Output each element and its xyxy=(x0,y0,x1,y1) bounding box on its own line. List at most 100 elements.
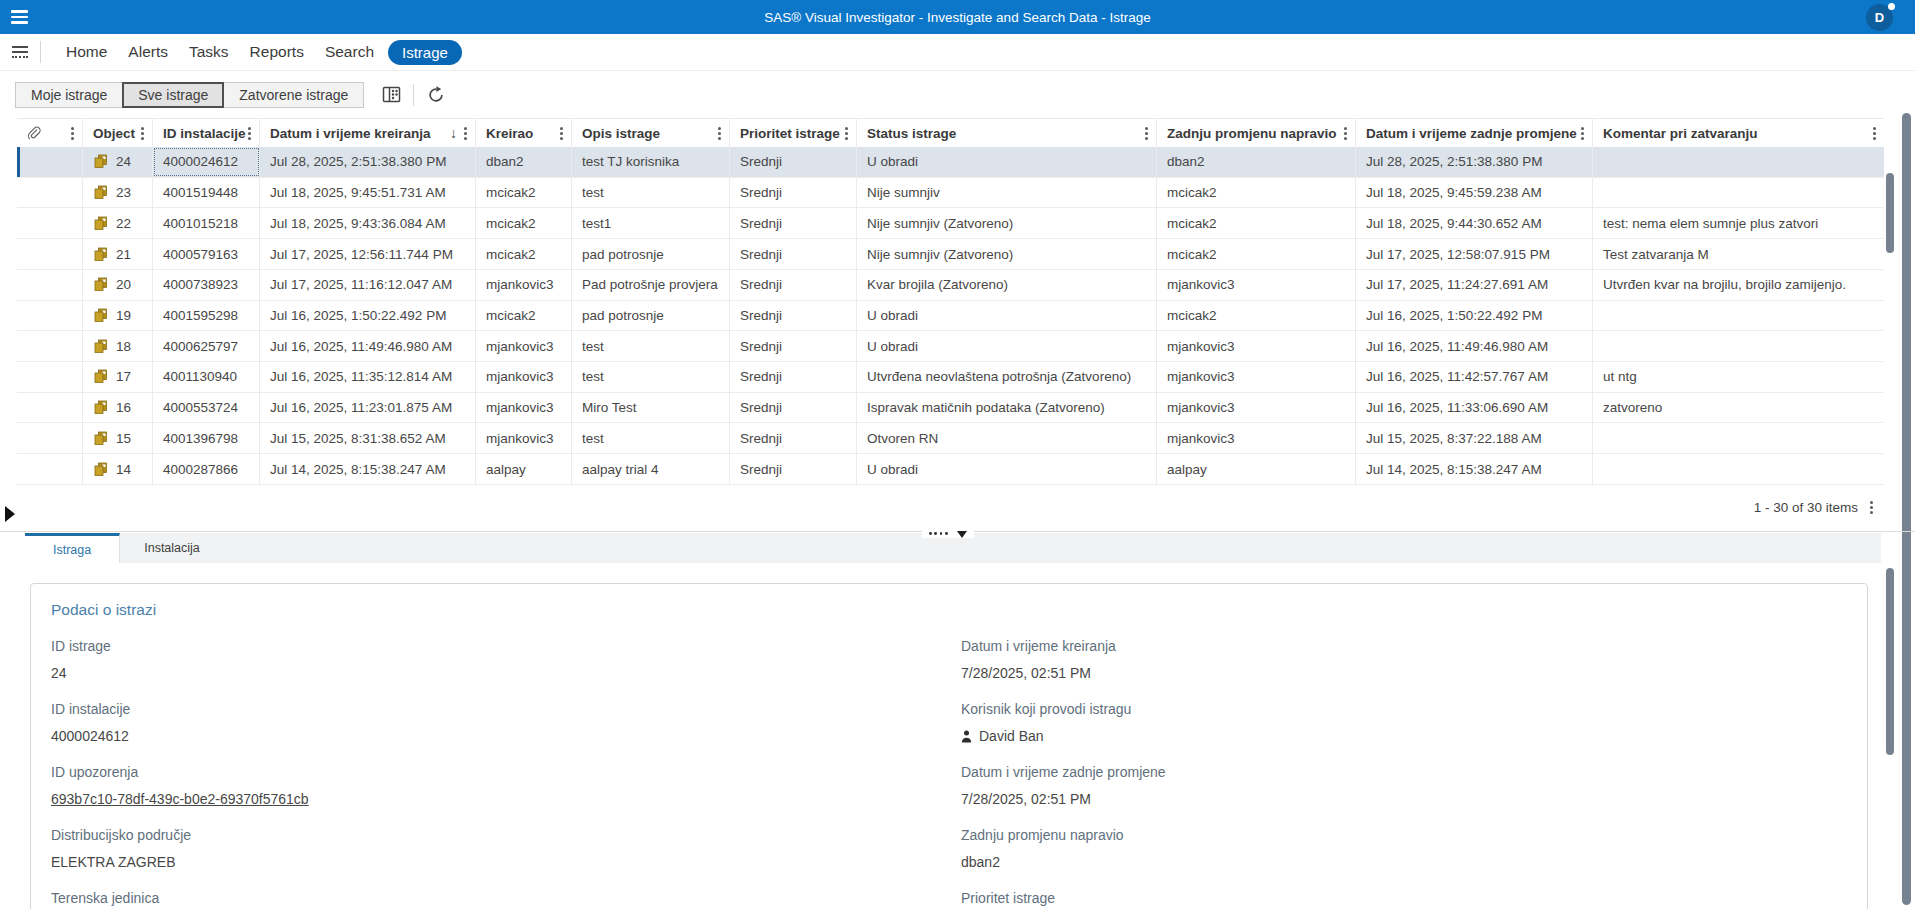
column-menu-icon[interactable] xyxy=(464,127,467,140)
toolbar-separator xyxy=(413,84,414,106)
cell-opis: test1 xyxy=(572,208,730,238)
cell-attachments xyxy=(17,423,83,453)
column-header-komentar-pri-zatvaranju[interactable]: Komentar pri zatvaranju xyxy=(1593,119,1884,147)
column-menu-icon[interactable] xyxy=(1581,127,1584,140)
column-options-icon[interactable] xyxy=(381,85,401,105)
column-header-opis-istrage[interactable]: Opis istrage xyxy=(572,119,730,147)
cell-prioritet: Srednji xyxy=(730,239,857,269)
column-header-label: Datum i vrijeme zadnje promjene xyxy=(1366,126,1581,141)
table-row[interactable]: 194001595298Jul 16, 2025, 1:50:22.492 PM… xyxy=(17,301,1884,332)
field-datum-i-vrijeme-kreiranja: Datum i vrijeme kreiranja7/28/2025, 02:5… xyxy=(961,637,1867,682)
panel-scrollbar[interactable] xyxy=(1886,568,1894,755)
table-row[interactable]: 144000287866Jul 14, 2025, 8:15:38.247 AM… xyxy=(17,454,1884,485)
column-menu-icon[interactable] xyxy=(1344,127,1347,140)
expand-panel-arrow-icon[interactable] xyxy=(5,506,15,522)
cell-attachments xyxy=(17,362,83,392)
cell-prioritet: Srednji xyxy=(730,147,857,177)
cell-komentar: Test zatvaranja M xyxy=(1593,239,1884,269)
table-row[interactable]: 204000738923Jul 17, 2025, 11:16:12.047 A… xyxy=(17,270,1884,301)
table-row[interactable]: 154001396798Jul 15, 2025, 8:31:38.652 AM… xyxy=(17,423,1884,454)
detail-tab-instalacija[interactable]: Instalacija xyxy=(120,533,224,563)
refresh-icon[interactable] xyxy=(426,85,446,105)
field-value: 24 xyxy=(51,664,961,682)
column-header-zadnju-promjenu-napravio[interactable]: Zadnju promjenu napravio xyxy=(1157,119,1356,147)
cell-datum-kreiranja: Jul 15, 2025, 8:31:38.652 AM xyxy=(260,423,476,453)
filter-button-zatvorene-istrage[interactable]: Zatvorene istrage xyxy=(223,82,364,108)
field-value[interactable]: 693b7c10-78df-439c-b0e2-69370f5761cb xyxy=(51,790,961,808)
field-prioritet-istrage: Prioritet istrage xyxy=(961,889,1867,909)
cell-opis: test TJ korisnika xyxy=(572,147,730,177)
app-list-icon[interactable] xyxy=(0,34,40,70)
cell-prioritet: Srednji xyxy=(730,423,857,453)
cell-prioritet: Srednji xyxy=(730,454,857,484)
column-menu-icon[interactable] xyxy=(71,127,74,140)
column-header-kreirao[interactable]: Kreirao xyxy=(476,119,572,147)
cell-datum-kreiranja: Jul 18, 2025, 9:45:51.731 AM xyxy=(260,178,476,208)
cell-attachments xyxy=(17,147,83,177)
table-row[interactable]: 224001015218Jul 18, 2025, 9:43:36.084 AM… xyxy=(17,208,1884,239)
investigation-icon xyxy=(93,185,109,200)
nav-item-alerts[interactable]: Alerts xyxy=(128,43,168,61)
cell-opis: aalpay trial 4 xyxy=(572,454,730,484)
cell-attachments xyxy=(17,208,83,238)
table-row[interactable]: 184000625797Jul 16, 2025, 11:49:46.980 A… xyxy=(17,331,1884,362)
column-header-prioritet-istrage[interactable]: Prioritet istrage xyxy=(730,119,857,147)
detail-heading: Podaci o istrazi xyxy=(51,600,1867,620)
filter-button-sve-istrage[interactable]: Sve istrage xyxy=(122,82,224,108)
cell-prioritet: Srednji xyxy=(730,331,857,361)
column-menu-icon[interactable] xyxy=(141,127,144,140)
pagination-menu-icon[interactable] xyxy=(1870,501,1873,514)
nav-item-tasks[interactable]: Tasks xyxy=(189,43,229,61)
table-row[interactable]: 234001519448Jul 18, 2025, 9:45:51.731 AM… xyxy=(17,178,1884,209)
cell-id-instalacije: 4001519448 xyxy=(153,178,260,208)
pane-splitter[interactable] xyxy=(0,531,1915,532)
cell-status: Nije sumnjiv xyxy=(857,178,1157,208)
detail-tab-istraga[interactable]: Istraga xyxy=(25,533,120,563)
filter-button-moje-istrage[interactable]: Moje istrage xyxy=(15,82,123,108)
investigation-icon xyxy=(93,277,109,292)
cell-zadnju-promjenu-napravio: mcicak2 xyxy=(1157,178,1356,208)
cell-datum-kreiranja: Jul 16, 2025, 11:23:01.875 AM xyxy=(260,393,476,423)
investigation-icon xyxy=(93,154,109,169)
nav-item-reports[interactable]: Reports xyxy=(250,43,304,61)
column-menu-icon[interactable] xyxy=(1145,127,1148,140)
table-row[interactable]: 244000024612Jul 28, 2025, 2:51:38.380 PM… xyxy=(17,147,1884,178)
cell-datum-zadnje-promjene: Jul 18, 2025, 9:45:59.238 AM xyxy=(1356,178,1593,208)
column-menu-icon[interactable] xyxy=(845,127,848,140)
column-menu-icon[interactable] xyxy=(718,127,721,140)
table-scrollbar[interactable] xyxy=(1886,173,1894,253)
user-avatar[interactable]: D xyxy=(1866,4,1893,31)
attachment-column-header[interactable] xyxy=(17,119,83,147)
column-header-object[interactable]: Object xyxy=(83,119,153,147)
column-header-datum-i-vrijeme-kreiranja[interactable]: Datum i vrijeme kreiranja↓ xyxy=(260,119,476,147)
nav-item-home[interactable]: Home xyxy=(66,43,107,61)
page-scrollbar[interactable] xyxy=(1902,113,1911,905)
column-header-status-istrage[interactable]: Status istrage xyxy=(857,119,1157,147)
column-menu-icon[interactable] xyxy=(560,127,563,140)
cell-zadnju-promjenu-napravio: mjankovic3 xyxy=(1157,393,1356,423)
field-value: dban2 xyxy=(961,853,1867,871)
nav-item-search[interactable]: Search xyxy=(325,43,374,61)
cell-datum-kreiranja: Jul 14, 2025, 8:15:38.247 AM xyxy=(260,454,476,484)
investigations-table: ObjectID instalacijeDatum i vrijeme krei… xyxy=(17,118,1884,485)
field-value: 4000024612 xyxy=(51,727,961,745)
investigation-icon xyxy=(93,308,109,323)
detail-panel: Podaci o istrazi ID istrage24ID instalac… xyxy=(30,583,1868,909)
cell-datum-zadnje-promjene: Jul 14, 2025, 8:15:38.247 AM xyxy=(1356,454,1593,484)
cell-datum-zadnje-promjene: Jul 15, 2025, 8:37:22.188 AM xyxy=(1356,423,1593,453)
cell-object: 21 xyxy=(83,239,153,269)
nav-item-istrage-active[interactable]: Istrage xyxy=(388,40,462,65)
cell-id-instalacije: 4001396798 xyxy=(153,423,260,453)
table-row[interactable]: 214000579163Jul 17, 2025, 12:56:11.744 P… xyxy=(17,239,1884,270)
cell-kreirao: mjankovic3 xyxy=(476,362,572,392)
field-zadnju-promjenu-napravio: Zadnju promjenu napraviodban2 xyxy=(961,826,1867,871)
column-header-datum-i-vrijeme-zadnje-promjene[interactable]: Datum i vrijeme zadnje promjene xyxy=(1356,119,1593,147)
splitter-handle[interactable] xyxy=(922,526,974,538)
field-id-upozorenja: ID upozorenja693b7c10-78df-439c-b0e2-693… xyxy=(51,763,961,808)
table-row[interactable]: 174001130940Jul 16, 2025, 11:35:12.814 A… xyxy=(17,362,1884,393)
column-header-id-instalacije[interactable]: ID instalacije xyxy=(153,119,260,147)
investigation-icon xyxy=(93,400,109,415)
column-menu-icon[interactable] xyxy=(1873,127,1876,140)
table-row[interactable]: 164000553724Jul 16, 2025, 11:23:01.875 A… xyxy=(17,393,1884,424)
column-menu-icon[interactable] xyxy=(248,127,251,140)
